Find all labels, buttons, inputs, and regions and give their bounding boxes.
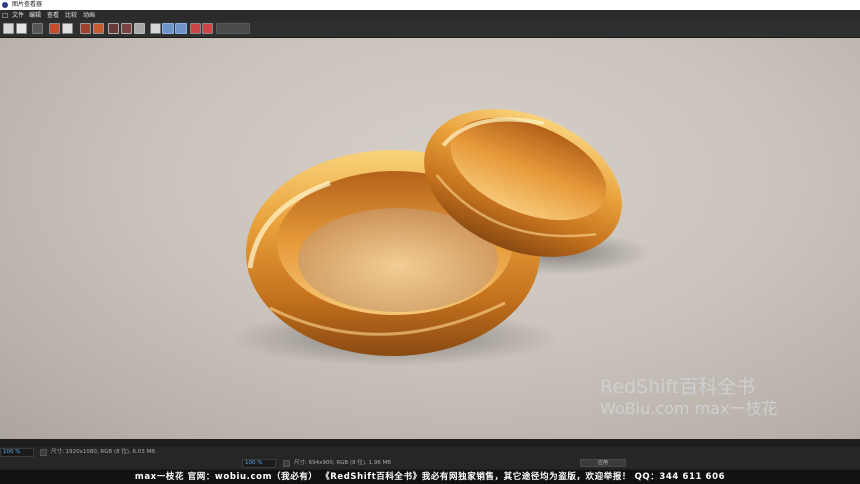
menu-animation[interactable]: 动画 (83, 10, 95, 21)
filter-icon[interactable] (121, 23, 132, 34)
layout-a-icon[interactable] (162, 23, 174, 34)
toolbar (0, 21, 860, 38)
zoom-field-primary[interactable]: 100 % (0, 448, 34, 457)
status-bar-primary: 100 % 尺寸: 1920x1080, RGB (8 位), 6.03 MB (0, 447, 860, 458)
app-icon (2, 2, 8, 8)
menu-file[interactable]: 文件 (12, 10, 24, 21)
window-title: 图片查看器 (12, 1, 43, 8)
image-viewport[interactable]: RedShift百科全书 WoBiu.com max一枝花 (0, 38, 860, 439)
title-bar: 图片查看器 (0, 0, 860, 10)
stereo-icon[interactable] (49, 23, 60, 34)
compare-icon[interactable] (134, 23, 145, 34)
apply-button[interactable]: 应用 (580, 459, 626, 467)
layout-e-icon[interactable] (216, 23, 250, 34)
status-bar-secondary: 100 % 尺寸: 694x900, RGB (8 位), 1.96 MB 应用 (0, 458, 860, 469)
menu-bar: 文件 编辑 查看 比较 动画 (0, 10, 860, 21)
layout-b-icon[interactable] (175, 23, 187, 34)
copy-icon[interactable] (32, 23, 43, 34)
watermark-line-2: WoBiu.com max一枝花 (600, 399, 778, 418)
zoom-dropdown-primary-icon[interactable] (40, 449, 47, 456)
save-icon[interactable] (16, 23, 27, 34)
image-info-primary: 尺寸: 1920x1080, RGB (8 位), 6.03 MB (51, 449, 156, 455)
ab-icon[interactable] (150, 23, 161, 34)
zoom-dropdown-secondary-icon[interactable] (283, 460, 290, 467)
layout-d-icon[interactable] (202, 23, 213, 34)
render-icon[interactable] (62, 23, 73, 34)
image-info-secondary: 尺寸: 694x900, RGB (8 位), 1.96 MB (294, 460, 392, 466)
alpha-icon[interactable] (108, 23, 119, 34)
channel-r-icon[interactable] (80, 23, 91, 34)
window-menu-icon[interactable] (2, 13, 8, 18)
menu-edit[interactable]: 编辑 (29, 10, 41, 21)
zoom-field-secondary[interactable]: 100 % (242, 459, 276, 468)
open-icon[interactable] (3, 23, 14, 34)
footer-banner: max一枝花 官网：wobiu.com（我必有） 《RedShift百科全书》我… (0, 470, 860, 484)
menu-compare[interactable]: 比较 (65, 10, 77, 21)
menu-view[interactable]: 查看 (47, 10, 59, 21)
layout-c-icon[interactable] (190, 23, 201, 34)
channel-g-icon[interactable] (93, 23, 104, 34)
